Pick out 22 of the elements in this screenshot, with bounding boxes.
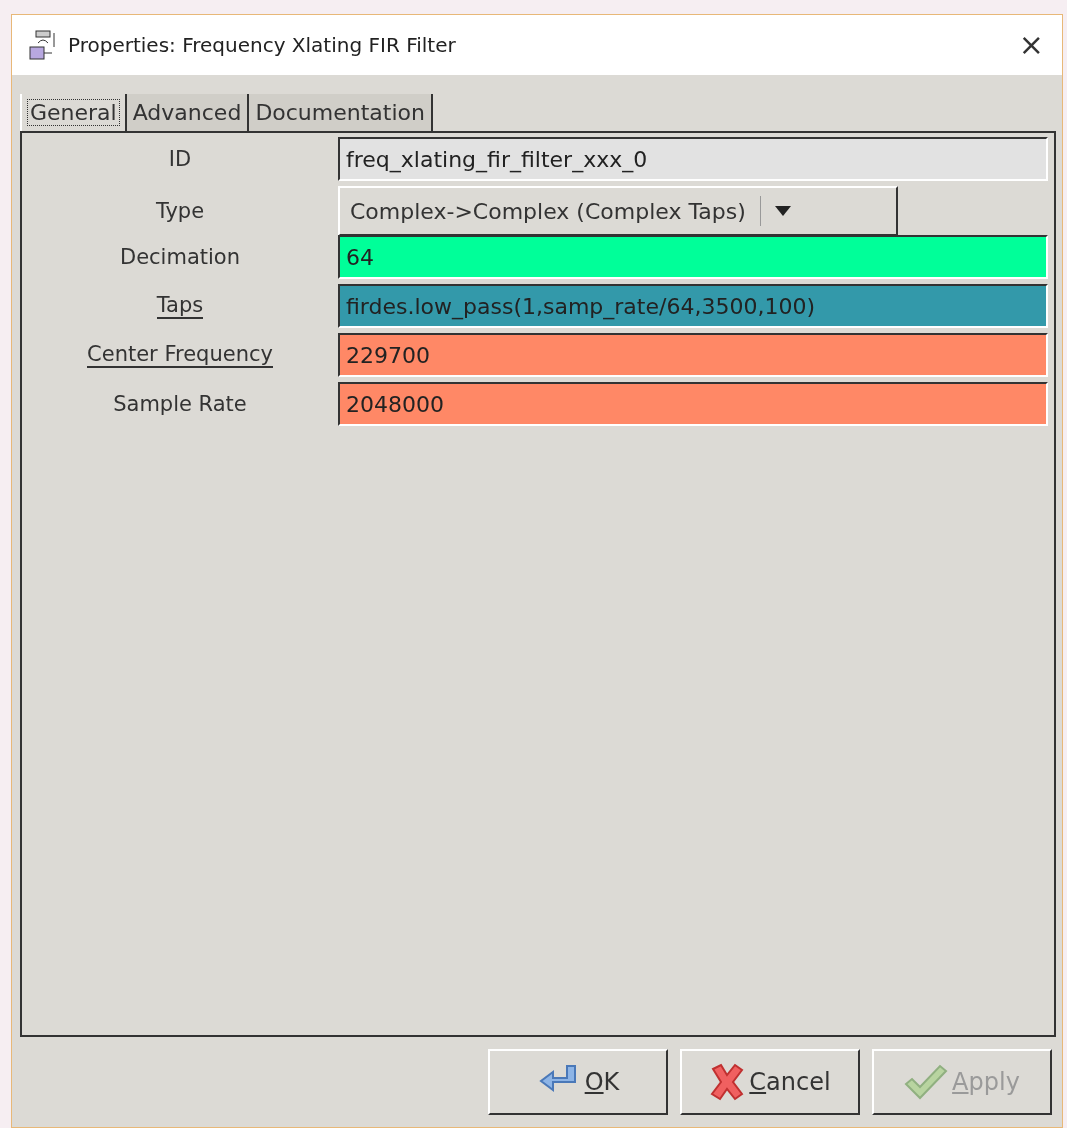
tab[interactable]: Documentation bbox=[249, 94, 433, 131]
check-icon bbox=[904, 1064, 949, 1100]
field-label: Type bbox=[155, 199, 205, 223]
field-label: Taps bbox=[156, 292, 204, 320]
window-title: Properties: Frequency Xlating FIR Filter bbox=[68, 33, 457, 57]
text-field[interactable]: 64 bbox=[338, 235, 1048, 279]
tab[interactable]: General bbox=[20, 94, 127, 131]
field-label: Sample Rate bbox=[113, 392, 247, 416]
field-label: Center Frequency bbox=[87, 341, 273, 369]
field-label: ID bbox=[168, 147, 192, 171]
dropdown-caret-icon bbox=[774, 206, 791, 216]
cross-icon bbox=[709, 1063, 746, 1101]
close-button[interactable]: × bbox=[1012, 30, 1050, 60]
cancel-button[interactable]: Cancel bbox=[680, 1049, 860, 1115]
text-field[interactable]: freq_xlating_fir_filter_xxx_0 bbox=[338, 137, 1048, 181]
text-field[interactable]: firdes.low_pass(1,samp_rate/64,3500,100) bbox=[338, 284, 1048, 328]
text-field[interactable]: 229700 bbox=[338, 333, 1048, 377]
type-dropdown[interactable]: Complex->Complex (Complex Taps) bbox=[338, 186, 898, 236]
field-label: Decimation bbox=[120, 245, 240, 269]
text-field[interactable]: 2048000 bbox=[338, 382, 1048, 426]
ok-button[interactable]: OK bbox=[488, 1049, 668, 1115]
tab[interactable]: Advanced bbox=[126, 94, 250, 131]
